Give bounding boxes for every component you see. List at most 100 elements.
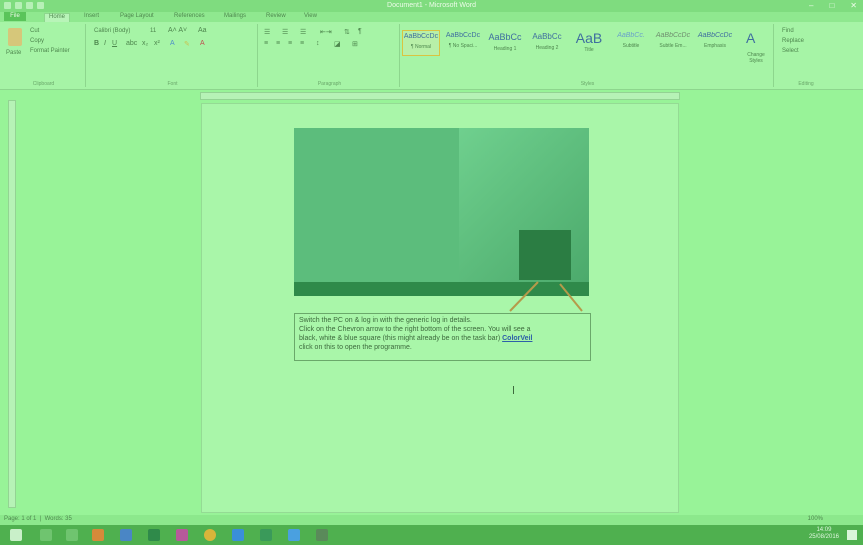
callout-arrows [509, 281, 583, 312]
style-heading-2[interactable]: AaBbCc Heading 2 [528, 30, 566, 56]
instructions-line-4: click on this to open the programme. [299, 344, 412, 351]
subscript-button[interactable]: x₂ [142, 40, 148, 47]
style-sample: AaBbCc. [617, 32, 645, 39]
tab-page-layout[interactable]: Page Layout [120, 13, 154, 19]
justify-icon[interactable]: ≡ [300, 40, 304, 47]
document-page[interactable]: Switch the PC on & log in with the gener… [201, 103, 679, 513]
paste-button[interactable]: Paste [6, 50, 21, 56]
tab-insert[interactable]: Insert [84, 13, 99, 19]
show-marks-icon[interactable]: ¶ [358, 28, 362, 35]
format-painter-button[interactable]: Format Painter [30, 48, 70, 54]
vertical-ruler[interactable] [8, 100, 16, 508]
style-no-spacing[interactable]: AaBbCcDc ¶ No Spaci... [444, 30, 482, 56]
style-title[interactable]: AaB Title [570, 30, 608, 56]
file-explorer-icon[interactable] [260, 529, 272, 541]
paragraph-label: Paragraph [317, 81, 342, 87]
line-spacing-icon[interactable]: ↕ [316, 40, 320, 47]
change-styles-button[interactable]: Change Styles [742, 52, 770, 64]
word-taskbar-icon[interactable] [120, 529, 132, 541]
taskbar-clock[interactable]: 14:09 25/08/2016 [809, 527, 839, 541]
ribbon: Paste Cut Copy Format Painter Clipboard … [0, 22, 863, 90]
style-sample: AaBbCcDc [655, 32, 691, 39]
style-emphasis[interactable]: AaBbCcDc Emphasis [696, 30, 734, 56]
align-left-icon[interactable]: ≡ [264, 40, 268, 47]
highlight-icon[interactable]: ✎ [184, 40, 190, 48]
minimize-button[interactable]: – [809, 1, 813, 10]
replace-button[interactable]: Replace [782, 38, 804, 44]
clipboard-group: Paste Cut Copy Format Painter Clipboard [2, 24, 86, 87]
zoom-level[interactable]: 100% [808, 516, 823, 522]
status-left: Page: 1 of 1 | Words: 35 [4, 516, 72, 522]
borders-icon[interactable]: ⊞ [352, 40, 358, 48]
font-name-select[interactable]: Calibri (Body) [94, 28, 130, 34]
font-label: Font [167, 81, 178, 87]
tab-references[interactable]: References [174, 13, 205, 19]
start-icon[interactable] [10, 529, 22, 541]
tab-file[interactable]: File [4, 12, 26, 21]
colorveil-link[interactable]: ColorVeil [502, 335, 532, 342]
tab-view[interactable]: View [304, 13, 317, 19]
multilevel-list-icon[interactable]: ☰ [300, 28, 306, 36]
chrome-icon[interactable] [204, 529, 216, 541]
publisher-icon[interactable] [176, 529, 188, 541]
bullets-icon[interactable]: ☰ [264, 28, 270, 36]
word-count[interactable]: Words: 35 [45, 516, 72, 522]
clock-date: 25/08/2016 [808, 534, 839, 540]
app-icon-2[interactable] [316, 529, 328, 541]
style-name: Subtle Em... [659, 43, 687, 49]
paragraph-group: ☰ ☰ ☰ ⇤⇥ ⇅ ¶ ≡ ≡ ≡ ≡ ↕ ◪ ⊞ Paragraph [260, 24, 400, 87]
search-icon[interactable] [40, 529, 52, 541]
tab-mailings[interactable]: Mailings [224, 13, 246, 19]
horizontal-ruler[interactable] [200, 92, 680, 100]
bold-button[interactable]: B [94, 40, 99, 47]
tab-review[interactable]: Review [266, 13, 286, 19]
clock-time: 14:09 [816, 527, 832, 533]
instructions-line-3-text: black, white & blue square (this might a… [299, 335, 501, 342]
select-button[interactable]: Select [782, 48, 799, 54]
superscript-button[interactable]: x² [154, 40, 160, 47]
style-sample: AaBbCcDc [403, 33, 439, 40]
text-effects-icon[interactable]: A [170, 40, 175, 47]
strikethrough-button[interactable]: abc [126, 40, 137, 47]
style-sample: AaB [575, 30, 603, 46]
align-right-icon[interactable]: ≡ [288, 40, 292, 47]
style-sample: AaBbCcDc [697, 32, 733, 39]
align-center-icon[interactable]: ≡ [276, 40, 280, 47]
style-heading-1[interactable]: AaBbCc Heading 1 [486, 30, 524, 56]
instructions-line-2: Click on the Chevron arrow to the right … [299, 326, 531, 333]
style-name: Title [584, 47, 594, 53]
find-button[interactable]: Find [782, 28, 794, 34]
sort-icon[interactable]: ⇅ [344, 28, 350, 36]
arrow-right-line [559, 283, 583, 312]
arrow-left-line [509, 281, 539, 312]
change-case-icon[interactable]: Aa [198, 27, 207, 34]
tab-home[interactable]: Home [44, 13, 71, 22]
outlook-icon[interactable] [92, 529, 104, 541]
maximize-button[interactable]: □ [829, 1, 834, 10]
instructions-textbox[interactable]: Switch the PC on & log in with the gener… [294, 313, 591, 361]
grow-font-icon[interactable]: A˄ A˅ [168, 27, 187, 34]
close-button[interactable]: ✕ [850, 1, 857, 10]
underline-button[interactable]: U [112, 40, 117, 47]
indent-icon[interactable]: ⇤⇥ [320, 28, 332, 36]
font-size-select[interactable]: 11 [150, 28, 156, 34]
page-count[interactable]: Page: 1 of 1 [4, 516, 36, 522]
change-styles-icon[interactable]: A [746, 30, 755, 46]
clipboard-label: Clipboard [32, 81, 55, 87]
excel-icon[interactable] [148, 529, 160, 541]
cut-button[interactable]: Cut [30, 28, 39, 34]
font-color-icon[interactable]: A [200, 40, 205, 47]
style-subtle-emphasis[interactable]: AaBbCcDc Subtle Em... [654, 30, 692, 56]
edge-icon[interactable] [288, 529, 300, 541]
style-normal[interactable]: AaBbCcDc ¶ Normal [402, 30, 440, 56]
numbering-icon[interactable]: ☰ [282, 28, 288, 36]
style-name: ¶ No Spaci... [448, 43, 478, 49]
paste-icon[interactable] [8, 28, 22, 46]
task-view-icon[interactable] [66, 529, 78, 541]
style-subtitle[interactable]: AaBbCc. Subtitle [612, 30, 650, 56]
italic-button[interactable]: I [104, 40, 106, 47]
app-icon[interactable] [232, 529, 244, 541]
shading-icon[interactable]: ◪ [334, 40, 341, 48]
copy-button[interactable]: Copy [30, 38, 44, 44]
notification-icon[interactable] [847, 530, 857, 540]
